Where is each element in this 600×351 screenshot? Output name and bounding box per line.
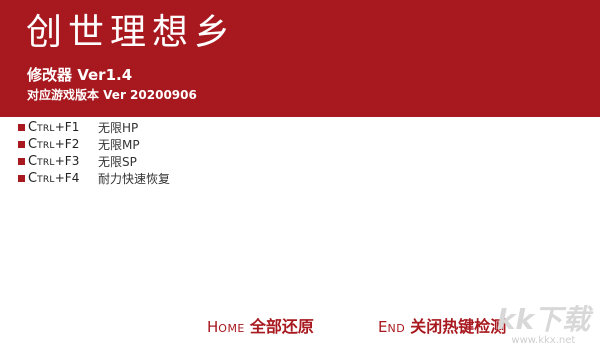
bullet-square-icon	[18, 175, 25, 182]
app-title: 创世理想乡	[26, 12, 237, 53]
disable-hotkeys-label: 关闭热键检测	[410, 317, 507, 336]
hotkey-row-2: CTRL+F2 无限MP	[18, 136, 170, 153]
restore-all-button[interactable]: HOME 全部还原	[207, 313, 314, 337]
hotkey-combo: CTRL+F3	[28, 154, 80, 169]
hotkey-row-1: CTRL+F1 无限HP	[18, 119, 170, 136]
hotkey-row-3: CTRL+F3 无限SP	[18, 153, 170, 170]
watermark-url: www.kkx.net	[511, 335, 576, 346]
hotkey-action: 耐力快速恢复	[98, 172, 171, 186]
hotkey-action: 无限MP	[98, 138, 140, 152]
bullet-square-icon	[18, 141, 25, 148]
hotkey-action: 无限HP	[98, 121, 139, 135]
restore-all-label: 全部还原	[249, 317, 314, 336]
hotkey-combo: CTRL+F2	[28, 137, 80, 152]
bullet-square-icon	[18, 124, 25, 131]
hotkey-action: 无限SP	[98, 155, 137, 169]
hotkey-combo: CTRL+F1	[28, 120, 80, 135]
watermark-logo: kk下载	[496, 303, 590, 336]
site-watermark: kk下载 www.kkx.net	[497, 305, 590, 347]
disable-hotkeys-button[interactable]: END 关闭热键检测	[378, 313, 506, 337]
bullet-square-icon	[18, 158, 25, 165]
hotkey-row-4: CTRL+F4 耐力快速恢复	[18, 170, 170, 187]
hotkey-combo: CTRL+F4	[28, 171, 80, 186]
game-version: 对应游戏版本 Ver 20200906	[27, 88, 197, 102]
hotkey-list: CTRL+F1 无限HP CTRL+F2 无限MP CTRL+F3 无限SP C…	[18, 119, 170, 187]
trainer-version: 修改器 Ver1.4	[27, 66, 133, 84]
